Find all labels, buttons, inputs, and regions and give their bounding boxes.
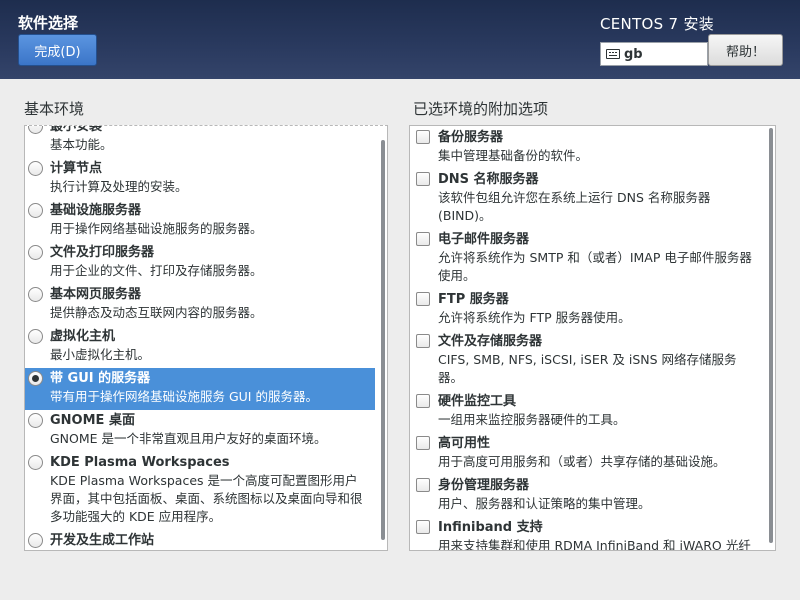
done-button[interactable]: 完成(D) xyxy=(18,34,97,66)
addon-item[interactable]: 硬件监控工具一组用来监控服务器硬件的工具。 xyxy=(410,391,763,433)
base-env-item-title: KDE Plasma Workspaces xyxy=(50,455,230,470)
base-env-item-desc: 提供静态及动态互联网内容的服务器。 xyxy=(50,305,263,320)
header-bar: 软件选择 完成(D) CENTOS 7 安装 gb 帮助！ xyxy=(0,0,800,79)
checkbox[interactable] xyxy=(416,478,430,492)
base-env-item[interactable]: 基础设施服务器用于操作网络基础设施服务的服务器。 xyxy=(25,200,375,242)
radio-button[interactable] xyxy=(28,245,43,260)
base-env-item-desc: KDE Plasma Workspaces 是一个高度可配置图形用户界面，其中包… xyxy=(50,473,363,524)
addon-item-desc: CIFS, SMB, NFS, iSCSI, iSER 及 iSNS 网络存储服… xyxy=(438,352,737,385)
checkbox[interactable] xyxy=(416,172,430,186)
addon-item-title: 备份服务器 xyxy=(438,130,504,145)
base-env-item-desc: GNOME 是一个非常直观且用户友好的桌面环境。 xyxy=(50,431,327,446)
addon-item[interactable]: DNS 名称服务器该软件包组允许您在系统上运行 DNS 名称服务器(BIND)。 xyxy=(410,169,763,229)
addon-item-desc: 用于高度可用服务和（或者）共享存储的基础设施。 xyxy=(438,454,726,469)
radio-button[interactable] xyxy=(28,533,43,548)
addon-item[interactable]: 电子邮件服务器允许将系统作为 SMTP 和（或者）IMAP 电子邮件服务器使用。 xyxy=(410,229,763,289)
addon-item[interactable]: 身份管理服务器用户、服务器和认证策略的集中管理。 xyxy=(410,475,763,517)
base-env-item-desc: 用于操作网络基础设施服务的服务器。 xyxy=(50,221,263,236)
base-env-item-desc: 基本功能。 xyxy=(50,137,113,152)
base-env-item-desc: 带有用于操作网络基础设施服务 GUI 的服务器。 xyxy=(50,389,318,404)
radio-button[interactable] xyxy=(28,287,43,302)
base-env-item[interactable]: 带 GUI 的服务器带有用于操作网络基础设施服务 GUI 的服务器。 xyxy=(25,368,375,410)
right-scrollbar[interactable] xyxy=(769,128,773,543)
base-env-item-desc: 执行计算及处理的安装。 xyxy=(50,179,188,194)
base-env-item-desc: 用于软件、硬件、图形或者内容开发的工作站。 xyxy=(50,550,367,551)
base-env-item-title: 带 GUI 的服务器 xyxy=(50,371,151,386)
keyboard-layout-label: gb xyxy=(624,46,643,62)
addons-title: 已选环境的附加选项 xyxy=(413,100,549,118)
addon-item-title: 文件及存储服务器 xyxy=(438,334,543,349)
checkbox[interactable] xyxy=(416,292,430,306)
base-env-item[interactable]: 文件及打印服务器用于企业的文件、打印及存储服务器。 xyxy=(25,242,375,284)
base-environment-list[interactable]: 最小安装基本功能。计算节点执行计算及处理的安装。 基础设施服务器用于操作网络基础设… xyxy=(24,125,388,551)
base-environment-title: 基本环境 xyxy=(24,100,85,118)
base-env-item-title: 虚拟化主机 xyxy=(50,329,116,344)
addon-item-desc: 用户、服务器和认证策略的集中管理。 xyxy=(438,496,651,511)
base-env-item-title: 计算节点 xyxy=(50,161,103,176)
help-button[interactable]: 帮助！ xyxy=(708,34,783,66)
base-env-item-desc: 最小虚拟化主机。 xyxy=(50,347,151,362)
keyboard-icon xyxy=(606,49,620,59)
addon-item-title: 硬件监控工具 xyxy=(438,394,517,409)
page-title: 软件选择 xyxy=(18,14,79,32)
left-scrollbar[interactable] xyxy=(381,140,385,540)
base-env-item[interactable]: 开发及生成工作站用于软件、硬件、图形或者内容开发的工作站。 xyxy=(25,530,375,551)
base-env-item[interactable]: 虚拟化主机最小虚拟化主机。 xyxy=(25,326,375,368)
base-env-item[interactable]: GNOME 桌面 GNOME 是一个非常直观且用户友好的桌面环境。 xyxy=(25,410,375,452)
base-env-item-title: 基本网页服务器 xyxy=(50,287,142,302)
base-env-item-title: 文件及打印服务器 xyxy=(50,245,155,260)
addon-item[interactable]: 文件及存储服务器 CIFS, SMB, NFS, iSCSI, iSER 及 iS… xyxy=(410,331,763,391)
product-title: CENTOS 7 安装 xyxy=(600,15,715,33)
base-env-item[interactable]: 最小安装 基本功能。 xyxy=(25,125,375,158)
addon-item-title: FTP 服务器 xyxy=(438,292,509,307)
addon-item[interactable]: 备份服务器集中管理基础备份的软件。 xyxy=(410,127,763,169)
base-env-item-title: 开发及生成工作站 xyxy=(50,533,155,548)
checkbox[interactable] xyxy=(416,520,430,534)
addon-item[interactable]: 高可用性用于高度可用服务和（或者）共享存储的基础设施。 xyxy=(410,433,763,475)
addon-item-title: 电子邮件服务器 xyxy=(438,232,530,247)
addon-item[interactable]: FTP 服务器允许将系统作为 FTP 服务器使用。 xyxy=(410,289,763,331)
addon-item-title: Infiniband 支持 xyxy=(438,520,543,535)
addon-item-desc: 集中管理基础备份的软件。 xyxy=(438,148,589,163)
base-env-item[interactable]: KDE Plasma Workspaces KDE Plasma Workspac… xyxy=(25,452,375,530)
addon-item[interactable]: Infiniband 支持用来支持集群和使用 RDMA InfiniBand 和… xyxy=(410,517,763,551)
base-env-item-desc: 用于企业的文件、打印及存储服务器。 xyxy=(50,263,263,278)
base-env-item-title: 最小安装 xyxy=(50,125,103,134)
checkbox[interactable] xyxy=(416,232,430,246)
radio-button[interactable] xyxy=(28,203,43,218)
checkbox[interactable] xyxy=(416,436,430,450)
radio-button[interactable] xyxy=(28,413,43,428)
addon-item-desc: 一组用来监控服务器硬件的工具。 xyxy=(438,412,626,427)
base-env-item[interactable]: 计算节点执行计算及处理的安装。 xyxy=(25,158,375,200)
radio-button[interactable] xyxy=(28,126,43,134)
base-env-item-title: 基础设施服务器 xyxy=(50,203,142,218)
addon-item-desc: 用来支持集群和使用 RDMA InfiniBand 和 iWARO 光纤的网状连… xyxy=(438,538,751,551)
addon-item-title: DNS 名称服务器 xyxy=(438,172,539,187)
addons-list[interactable]: 备份服务器 集中管理基础备份的软件。 DNS 名称服务器 该软件包组允许您在系统上运行… xyxy=(409,125,776,551)
checkbox[interactable] xyxy=(416,394,430,408)
addon-item-title: 高可用性 xyxy=(438,436,491,451)
base-env-item[interactable]: 基本网页服务器提供静态及动态互联网内容的服务器。 xyxy=(25,284,375,326)
keyboard-layout-indicator[interactable]: gb xyxy=(600,42,708,66)
radio-button[interactable] xyxy=(28,161,43,176)
radio-button[interactable] xyxy=(28,455,43,470)
radio-button[interactable] xyxy=(28,371,43,386)
checkbox[interactable] xyxy=(416,130,430,144)
addon-item-desc: 该软件包组允许您在系统上运行 DNS 名称服务器(BIND)。 xyxy=(438,190,711,223)
radio-button[interactable] xyxy=(28,329,43,344)
base-env-item-title: GNOME 桌面 xyxy=(50,413,135,428)
addon-item-desc: 允许将系统作为 SMTP 和（或者）IMAP 电子邮件服务器使用。 xyxy=(438,250,752,283)
addon-item-title: 身份管理服务器 xyxy=(438,478,530,493)
checkbox[interactable] xyxy=(416,334,430,348)
addon-item-desc: 允许将系统作为 FTP 服务器使用。 xyxy=(438,310,631,325)
